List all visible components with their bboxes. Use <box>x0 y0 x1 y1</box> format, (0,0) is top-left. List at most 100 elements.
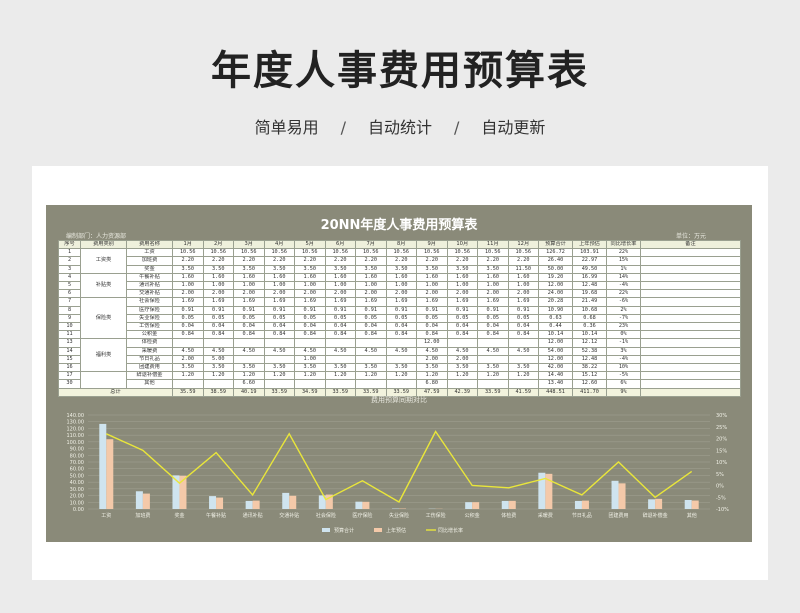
table-row: 30 其他 6.60 6.80 13.40 12.60 6% <box>58 379 741 389</box>
bar-prev-year <box>106 439 114 509</box>
table-cell: 2.00 <box>416 354 448 365</box>
table-cell: 17 <box>58 371 81 381</box>
table-cell: 20.28 <box>538 297 573 307</box>
table-cell: 10.56 <box>477 248 509 258</box>
table-cell: 0.84 <box>202 330 234 340</box>
table-cell: 10.56 <box>294 248 326 258</box>
category-tick-label: 失业保险 <box>389 512 409 519</box>
table-row: 9 失业保险 0.05 0.05 0.05 0.05 0.05 0.05 0.05 0.05 0.0… <box>58 313 741 324</box>
table-cell: 21.49 <box>572 297 607 307</box>
table-cell: 2.20 <box>294 256 326 266</box>
column-header: 同比增长率 <box>606 239 641 250</box>
right-axis-tick: 0% <box>716 484 724 490</box>
table-cell: 0.91 <box>202 305 234 315</box>
feature-auto-update: 自动更新 <box>481 118 546 137</box>
table-cell <box>355 354 387 365</box>
category-cell: 工资类 <box>80 248 127 274</box>
column-header: 预算合计 <box>538 239 573 250</box>
table-cell: 1.69 <box>416 297 448 307</box>
table-cell: 0.91 <box>263 305 295 315</box>
column-header: 12月 <box>507 239 539 250</box>
table-cell: 3.50 <box>294 363 326 373</box>
table-cell: 24.00 <box>538 289 573 299</box>
column-header: 3月 <box>233 239 265 250</box>
table-cell: 1.00 <box>172 281 204 291</box>
left-axis-tick: 140.00 <box>67 413 85 419</box>
table-cell: 0.84 <box>416 330 448 340</box>
table-cell: 0.36 <box>572 322 607 332</box>
table-cell <box>202 338 234 348</box>
table-cell: 42.00 <box>538 363 573 373</box>
table-cell: 2.00 <box>294 289 326 299</box>
table-cell <box>477 379 509 389</box>
table-cell: 1.60 <box>294 272 326 283</box>
category-tick-label: 社会保险 <box>316 512 336 519</box>
table-cell: 4.50 <box>294 346 326 356</box>
table-cell: 1.20 <box>416 371 448 381</box>
column-header: 费用类别 <box>80 239 127 250</box>
table-cell: 0.04 <box>477 322 509 332</box>
table-cell: 1.20 <box>172 371 204 381</box>
table-cell: 3.50 <box>202 363 234 373</box>
bar-prev-year <box>216 497 224 509</box>
table-cell: 3.50 <box>507 363 539 373</box>
table-cell: 2.00 <box>477 289 509 299</box>
chart-title: 费用预算同期对比 <box>371 396 427 404</box>
table-cell: 4 <box>58 272 81 283</box>
table-cell: 1.00 <box>294 354 326 365</box>
table-cell: 23% <box>606 322 641 332</box>
category-cell: 保险类 <box>80 297 127 340</box>
table-cell: 1.69 <box>294 297 326 307</box>
left-axis-tick: 130.00 <box>67 420 85 426</box>
table-cell: 0.84 <box>385 330 417 340</box>
table-cell: 10.56 <box>507 248 539 258</box>
table-cell: 2.00 <box>233 289 265 299</box>
spreadsheet-preview: 20NN年度人事费用预算表 编制部门：人力资源部 单位：万元 序号 费用类别 费用名… <box>46 205 752 542</box>
table-row: 10 工伤保险 0.04 0.04 0.04 0.04 0.04 0.04 0.04 0.04 0.… <box>58 322 741 332</box>
table-cell: 12.60 <box>572 379 607 389</box>
table-cell: 50.00 <box>538 264 573 274</box>
column-header: 上年预估 <box>572 239 607 250</box>
right-axis-tick: 25% <box>716 425 727 431</box>
table-cell: 通讯补贴 <box>126 281 173 291</box>
table-cell: 1 <box>58 248 81 258</box>
table-cell: 4.50 <box>202 346 234 356</box>
table-cell: 10.56 <box>202 248 234 258</box>
table-cell: 3.50 <box>355 264 387 274</box>
table-cell: 3 <box>58 264 81 274</box>
table-row: 11 公积金 0.84 0.84 0.84 0.84 0.84 0.84 0.84 0.84 0.8… <box>58 330 741 340</box>
category-tick-label: 辞退补偿金 <box>643 512 668 519</box>
table-cell: 2.20 <box>446 256 478 266</box>
table-cell: 15 <box>58 354 81 365</box>
table-cell: 2.00 <box>446 289 478 299</box>
table-cell: 2.00 <box>507 289 539 299</box>
table-cell: 1% <box>606 264 641 274</box>
table-cell: 1.60 <box>233 272 265 283</box>
table-cell: 5 <box>58 281 81 291</box>
note-cell <box>640 313 741 324</box>
left-axis-tick: 70.00 <box>70 460 84 466</box>
table-cell: 0.91 <box>385 305 417 315</box>
table-cell: 19.20 <box>538 272 573 283</box>
table-cell: 4.50 <box>172 346 204 356</box>
table-cell: 1.00 <box>477 281 509 291</box>
note-cell <box>640 297 741 307</box>
left-axis-tick: 50.00 <box>70 473 84 479</box>
table-cell: 0.04 <box>202 322 234 332</box>
table-cell: 0.04 <box>446 322 478 332</box>
table-cell: 团建费用 <box>126 363 173 373</box>
table-cell: 1.69 <box>355 297 387 307</box>
table-cell <box>324 379 356 389</box>
table-cell: 1.20 <box>355 371 387 381</box>
table-cell: 1.00 <box>233 281 265 291</box>
bar-budget <box>611 480 619 509</box>
bar-budget <box>501 500 509 509</box>
table-cell: 0.05 <box>477 313 509 324</box>
right-axis-tick: 30% <box>716 413 727 419</box>
note-cell <box>640 338 741 348</box>
table-cell: 2.00 <box>355 289 387 299</box>
table-cell: 0.05 <box>263 313 295 324</box>
table-cell: 2.20 <box>416 256 448 266</box>
table-cell: 1.60 <box>416 272 448 283</box>
category-tick-label: 工资 <box>101 512 111 519</box>
